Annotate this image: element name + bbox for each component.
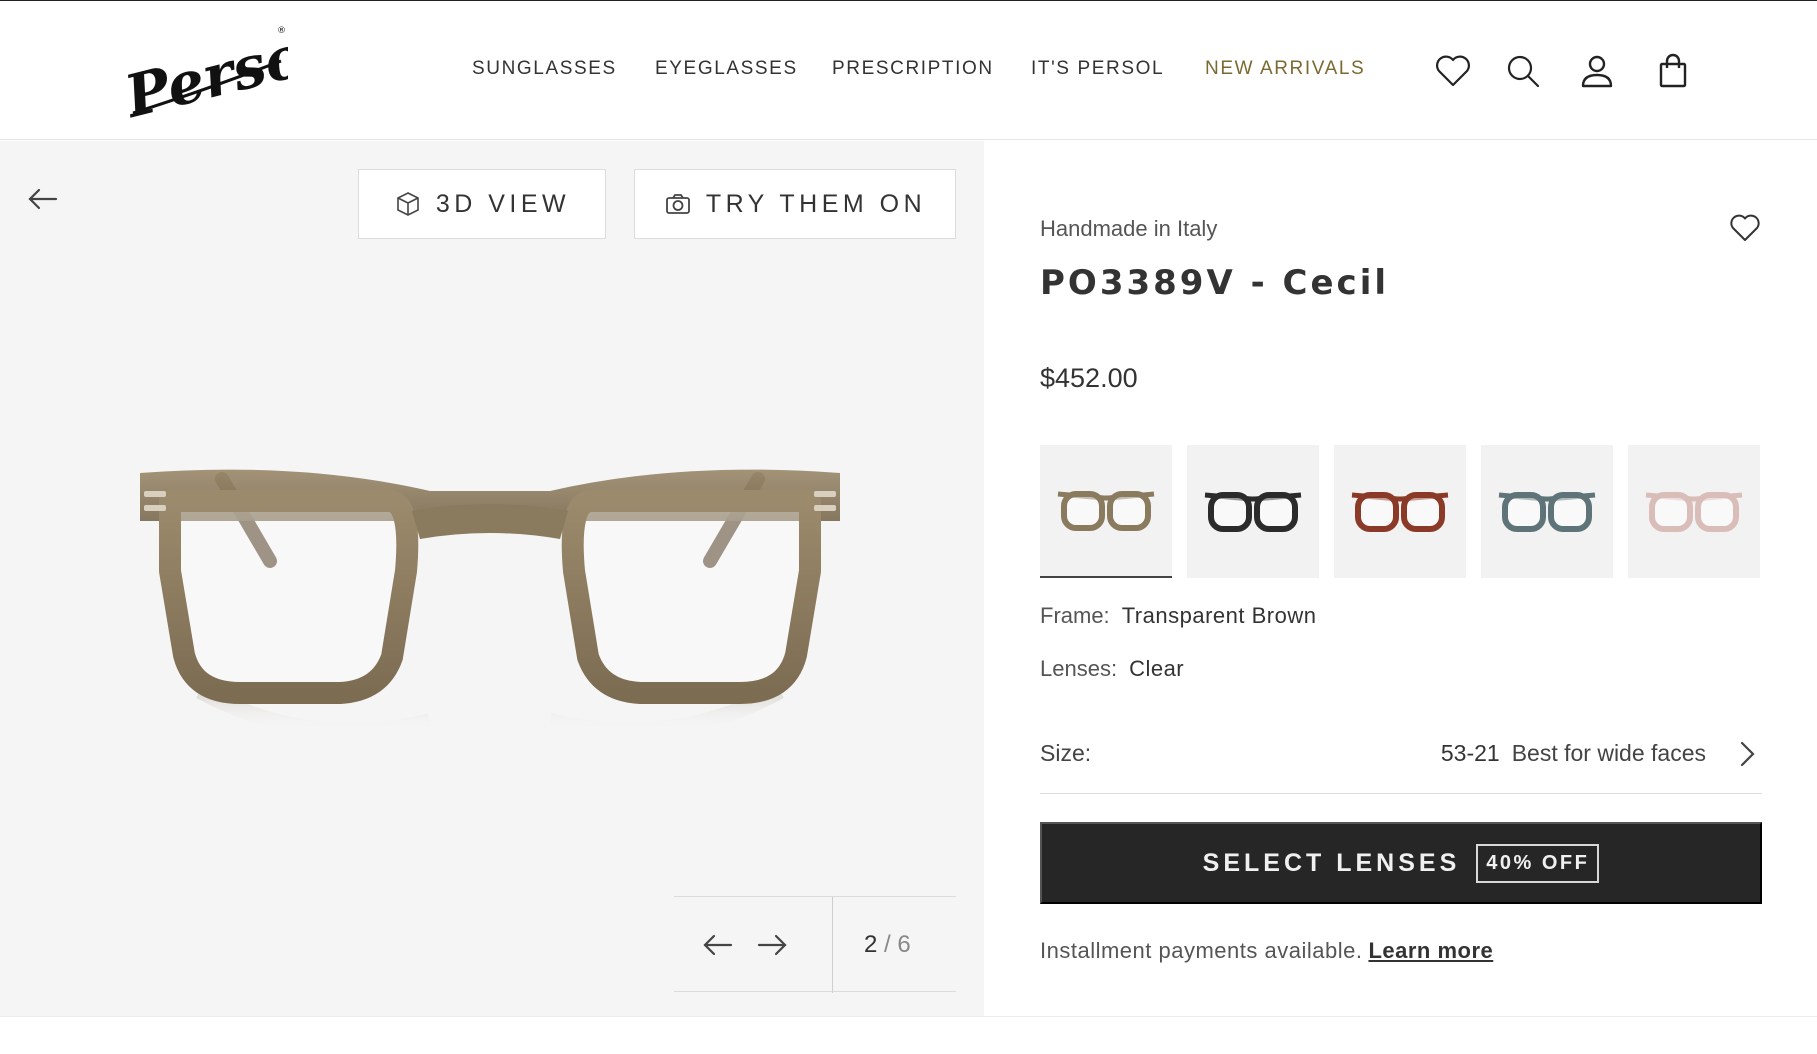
swatch-glasses-image (1204, 491, 1302, 532)
product-title: PO3389V - Cecil (1040, 263, 1390, 303)
product-origin: Handmade in Italy (1040, 216, 1218, 241)
size-fit-description: Best for wide faces (1511, 740, 1706, 766)
site-header: Persol ® SUNGLASSES EYEGLASSES PRESCRIPT… (0, 0, 1817, 140)
color-swatches (1040, 445, 1762, 580)
image-counter-total: 6 (897, 931, 911, 958)
image-counter-separator: / (884, 931, 891, 958)
select-lenses-label: SELECT LENSES (1202, 848, 1461, 877)
try-them-on-button[interactable]: TRY THEM ON (634, 169, 956, 239)
size-value: 53-21 (1440, 740, 1500, 766)
product-info-panel: Handmade in Italy PO3389V - Cecil $452.0… (1040, 141, 1762, 1016)
discount-badge: 40% OFF (1476, 843, 1600, 883)
size-label: Size: (1040, 740, 1092, 766)
nav-prescription[interactable]: PRESCRIPTION (832, 58, 994, 80)
svg-text:®: ® (277, 26, 286, 36)
lenses-attribute: Lenses: Clear (1040, 656, 1184, 682)
camera-icon (665, 194, 690, 214)
persol-logo-mark: Persol ® (123, 21, 288, 121)
image-counter-current: 2 (864, 931, 878, 958)
chevron-right-icon (1732, 738, 1762, 770)
product-gallery: 3D VIEW TRY THEM ON 2 / 6 (0, 141, 984, 1016)
back-arrow-icon[interactable] (24, 181, 60, 217)
frame-label: Frame: (1040, 603, 1110, 628)
installment-text: Installment payments available. (1040, 938, 1363, 963)
color-swatch-pink[interactable] (1628, 445, 1760, 578)
shopping-bag-icon[interactable] (1653, 51, 1693, 91)
size-selector[interactable]: Size: 53-21 Best for wide faces (1040, 716, 1762, 794)
try-them-on-label: TRY THEM ON (705, 189, 927, 218)
swatch-glasses-image (1057, 490, 1155, 531)
color-swatch-grey-blue[interactable] (1481, 445, 1613, 578)
product-price: $452.00 (1040, 363, 1138, 393)
swatch-glasses-image (1645, 491, 1743, 532)
nav-new-arrivals[interactable]: NEW ARRIVALS (1205, 58, 1365, 80)
page-footer-strip (0, 1016, 1817, 1054)
product-main-image (130, 461, 850, 801)
frame-attribute: Frame: Transparent Brown (1040, 603, 1316, 629)
lenses-value: Clear (1129, 656, 1185, 681)
lenses-label: Lenses: (1040, 656, 1118, 681)
learn-more-link[interactable]: Learn more (1368, 938, 1493, 963)
color-swatch-havana[interactable] (1334, 445, 1466, 578)
frame-value: Transparent Brown (1121, 603, 1317, 628)
nav-sunglasses[interactable]: SUNGLASSES (472, 58, 617, 80)
nav-its-persol[interactable]: IT'S PERSOL (1031, 58, 1164, 80)
search-icon[interactable] (1503, 51, 1543, 91)
installment-info: Installment payments available. Learn mor… (1040, 938, 1493, 964)
cube-3d-icon (397, 192, 419, 216)
next-image-arrow-icon[interactable] (754, 927, 790, 963)
nav-eyeglasses[interactable]: EYEGLASSES (655, 58, 798, 80)
size-value-group: 53-21 Best for wide faces (1441, 740, 1706, 767)
wishlist-heart-icon[interactable] (1433, 51, 1473, 91)
svg-text:Persol: Persol (123, 21, 288, 121)
persol-logo[interactable]: Persol ® (123, 21, 288, 121)
3d-view-label: 3D VIEW (435, 189, 571, 218)
color-swatch-transparent-brown[interactable] (1040, 445, 1172, 578)
pager-divider (832, 897, 833, 993)
product-page: Persol ® SUNGLASSES EYEGLASSES PRESCRIPT… (0, 0, 1817, 1054)
color-swatch-black[interactable] (1187, 445, 1319, 578)
swatch-glasses-image (1498, 491, 1596, 532)
swatch-glasses-image (1351, 491, 1449, 532)
gallery-pager: 2 / 6 (674, 896, 956, 993)
add-to-wishlist-heart-icon[interactable] (1728, 211, 1762, 245)
image-counter: 2 / 6 (864, 931, 911, 959)
3d-view-button[interactable]: 3D VIEW (358, 169, 606, 239)
previous-image-arrow-icon[interactable] (700, 927, 736, 963)
account-user-icon[interactable] (1577, 51, 1617, 91)
select-lenses-button[interactable]: SELECT LENSES 40% OFF (1040, 822, 1762, 904)
